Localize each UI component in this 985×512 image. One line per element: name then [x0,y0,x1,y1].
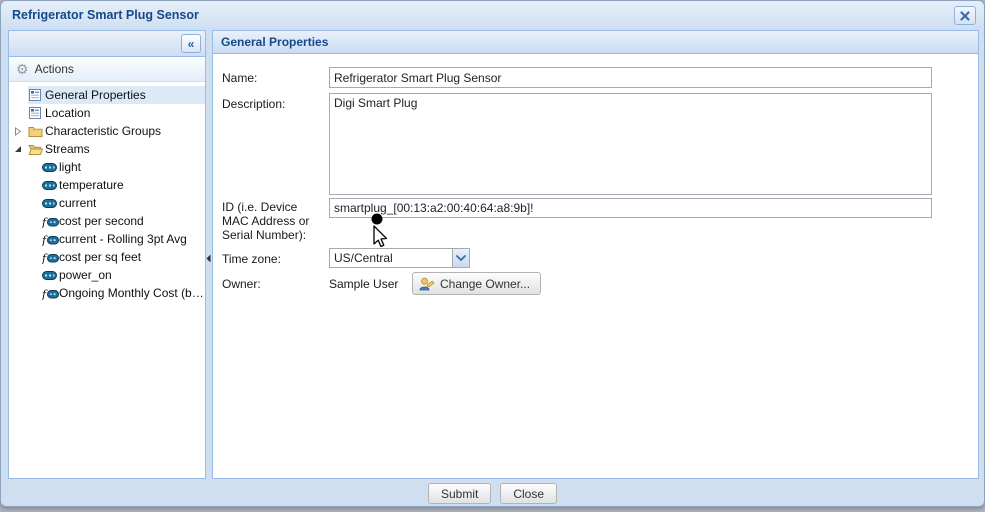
tree-item-label: Streams [45,142,90,156]
folder-closed-icon [28,125,45,138]
name-input[interactable] [329,67,932,88]
owner-value: Sample User [329,277,398,291]
expand-arrow-icon[interactable] [14,127,28,136]
tree-item-characteristic-groups[interactable]: Characteristic Groups [9,122,205,140]
tree-item-current[interactable]: current [9,194,205,212]
name-label: Name: [222,71,257,85]
tree-item-cost-per-second[interactable]: fcost per second [9,212,205,230]
device-id-input[interactable] [329,198,932,218]
form-icon [28,106,45,120]
calc-stream-icon: f [42,233,59,246]
main-panel-header: General Properties [213,31,978,54]
owner-label: Owner: [222,277,261,291]
tree-item-label: cost per second [59,214,144,228]
window-title: Refrigerator Smart Plug Sensor [12,8,199,22]
splitter-collapse-icon[interactable] [206,252,211,266]
user-edit-icon [419,277,435,291]
tree-item-current-rolling-3pt-avg[interactable]: fcurrent - Rolling 3pt Avg [9,230,205,248]
stream-icon [42,163,59,172]
tree-item-label: General Properties [45,88,146,102]
tree-item-general-properties[interactable]: General Properties [9,86,205,104]
device-id-label: ID (i.e. Device MAC Address or Serial Nu… [222,200,326,242]
tree-item-label: Location [45,106,90,120]
close-icon[interactable] [954,6,976,25]
tree-item-temperature[interactable]: temperature [9,176,205,194]
main-panel: General Properties Name: Description: Di… [212,30,979,479]
sidebar-header: « [9,31,205,57]
change-owner-button[interactable]: Change Owner... [412,272,541,295]
actions-menu-label: Actions [35,62,74,76]
tree-item-label: current [59,196,96,210]
tree-item-label: Ongoing Monthly Cost (bas… [59,286,205,300]
timezone-dropdown-button[interactable] [452,249,469,267]
tree-item-label: cost per sq feet [59,250,141,264]
window-footer: Submit Close [1,479,984,508]
timezone-select[interactable]: US/Central [329,248,470,268]
timezone-label: Time zone: [222,252,281,266]
device-properties-window: Refrigerator Smart Plug Sensor « ⚙ Actio… [0,0,985,507]
folder-open-icon [28,143,45,156]
collapse-arrow-icon[interactable] [14,145,28,153]
collapse-sidebar-button[interactable]: « [181,34,201,53]
stream-icon [42,199,59,208]
calc-stream-icon: f [42,251,59,264]
tree-item-ongoing-monthly-cost-bas[interactable]: fOngoing Monthly Cost (bas… [9,284,205,302]
chevron-down-icon [456,255,466,262]
general-properties-form: Name: Description: Digi Smart Plug ID (i… [213,54,978,478]
actions-menu-button[interactable]: ⚙ Actions [9,57,205,82]
stream-icon [42,271,59,280]
stream-icon [42,181,59,190]
change-owner-label: Change Owner... [440,277,530,291]
tree-item-label: power_on [59,268,112,282]
gear-icon: ⚙ [16,62,29,76]
tree-item-label: current - Rolling 3pt Avg [59,232,187,246]
tree-item-location[interactable]: Location [9,104,205,122]
window-titlebar: Refrigerator Smart Plug Sensor [1,1,984,29]
tree-item-streams[interactable]: Streams [9,140,205,158]
tree-item-label: temperature [59,178,124,192]
tree-item-label: light [59,160,81,174]
close-button[interactable]: Close [500,483,557,504]
sidebar-panel: « ⚙ Actions General Properties Location Ch… [8,30,206,479]
tree-item-cost-per-sq-feet[interactable]: fcost per sq feet [9,248,205,266]
form-icon [28,88,45,102]
submit-button[interactable]: Submit [428,483,491,504]
tree-item-label: Characteristic Groups [45,124,161,138]
timezone-selected-value: US/Central [330,249,452,267]
collapse-chevrons-icon: « [188,37,195,51]
calc-stream-icon: f [42,215,59,228]
description-label: Description: [222,97,285,111]
tree-item-light[interactable]: light [9,158,205,176]
tree-item-power-on[interactable]: power_on [9,266,205,284]
description-textarea[interactable]: Digi Smart Plug [329,93,932,195]
calc-stream-icon: f [42,287,59,300]
navigation-tree: General Properties Location Characteristic… [9,82,205,302]
